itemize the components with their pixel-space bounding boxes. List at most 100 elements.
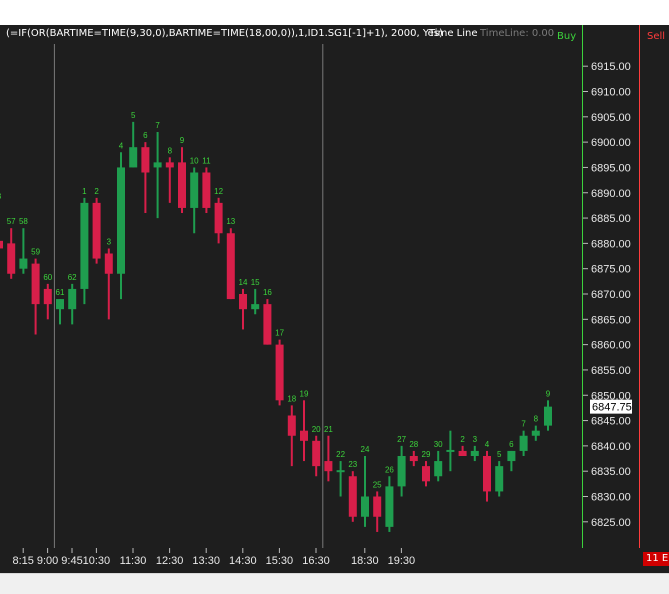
corner-badge: 11 E (643, 552, 669, 566)
candle[interactable]: 20 (312, 425, 321, 477)
bar-count-label: 18 (287, 394, 296, 403)
candle[interactable]: 62 (68, 273, 77, 325)
price-chart[interactable]: 3575859606162123456789101112131415161718… (0, 25, 554, 548)
candle-body (251, 304, 260, 310)
candle[interactable]: 7 (153, 121, 162, 219)
candle-body (165, 162, 174, 168)
candle-body (446, 449, 455, 452)
candle[interactable]: 18 (287, 394, 297, 467)
candle[interactable]: 23 (348, 460, 358, 522)
candle-body (312, 440, 321, 467)
candle[interactable]: 2 (92, 187, 101, 264)
candlestick-plot[interactable]: 3575859606162123456789101112131415161718… (0, 25, 554, 548)
bar-count-label: 60 (43, 273, 52, 282)
candle[interactable]: 27 (397, 435, 407, 497)
candle-body (287, 415, 296, 436)
price-tick-label: 6870.00 (591, 289, 631, 301)
price-tick-label: 6865.00 (591, 314, 631, 326)
time-tick-label: 8:15 (12, 555, 33, 567)
candle[interactable]: 29 (422, 450, 431, 487)
bar-count-label: 3 (0, 192, 2, 201)
candle-body (409, 456, 418, 462)
candle-body (361, 496, 369, 517)
candle[interactable]: 61 (56, 288, 65, 325)
candle[interactable]: 14 (239, 278, 248, 330)
candle[interactable]: 17 (275, 329, 285, 406)
price-axis[interactable]: 6915.00 6910.00 6905.00 6900.00 6895.00 6890.… (554, 25, 669, 548)
candle[interactable]: 6 (141, 131, 150, 213)
candle[interactable]: 59 (31, 248, 41, 335)
candle[interactable]: 21 (324, 425, 333, 482)
candle[interactable]: 5 (129, 111, 138, 168)
bar-count-label: 5 (131, 111, 136, 120)
time-tick-label: 9:00 (37, 555, 58, 567)
candle-body (544, 406, 552, 426)
candle[interactable]: 19 (300, 389, 309, 462)
horizontal-scrollbar[interactable] (0, 573, 669, 594)
candle[interactable]: 60 (43, 273, 53, 320)
candle[interactable]: 58 (19, 217, 28, 274)
bar-count-label: 3 (107, 237, 112, 246)
time-tick-label: 16:30 (302, 555, 330, 567)
candle-body (19, 258, 28, 269)
candle[interactable]: 7 (519, 420, 528, 456)
candle-body (324, 461, 333, 472)
indicator-header: (=IF(OR(BARTIME=TIME(9,30,0),BARTIME=TIM… (0, 25, 554, 44)
candle[interactable] (446, 430, 455, 472)
time-tick-label: 13:30 (192, 555, 220, 567)
bar-count-label: 10 (190, 156, 199, 165)
bar-count-label: 20 (312, 425, 321, 434)
bar-count-label: 21 (324, 425, 333, 434)
buy-label[interactable]: Buy (557, 31, 576, 42)
candle[interactable]: 3 (104, 237, 113, 320)
candle-body (31, 263, 40, 305)
bar-count-label: 6 (509, 440, 514, 449)
price-tick-label: 6875.00 (591, 264, 631, 276)
candle[interactable]: 24 (361, 445, 370, 527)
candle[interactable]: 4 (117, 141, 125, 300)
candle[interactable]: 4 (483, 440, 491, 502)
bar-count-label: 8 (534, 415, 539, 424)
price-tick-label: 6840.00 (591, 441, 631, 453)
candle[interactable]: 9 (544, 389, 552, 431)
candle[interactable]: 12 (214, 187, 224, 244)
sell-label[interactable]: Sell (647, 31, 665, 42)
bar-count-label: 15 (251, 278, 260, 287)
candle-body (56, 299, 64, 310)
candle[interactable]: 5 (495, 450, 504, 497)
candle-body (470, 450, 479, 456)
candle[interactable]: 13 (226, 217, 236, 300)
candle[interactable]: 57 (7, 217, 16, 279)
price-tick-label: 6845.00 (591, 416, 631, 428)
candle-body (507, 450, 516, 462)
candle[interactable]: 1 (80, 187, 89, 305)
bar-count-label: 61 (56, 288, 65, 297)
candle-body (434, 461, 443, 477)
candle[interactable]: 26 (385, 465, 394, 532)
price-tick-label: 6885.00 (591, 213, 631, 225)
candle[interactable]: 9 (178, 136, 186, 213)
candle[interactable]: 10 (190, 156, 199, 234)
candle-body (178, 162, 186, 208)
candle[interactable]: 22 (336, 450, 346, 497)
bar-count-label: 57 (7, 217, 16, 226)
time-axis-ticks: 8:15 9:00 9:45 10:30 11:30 12:30 13:30 14:30 15:… (12, 548, 415, 567)
price-tick-label: 6910.00 (591, 87, 631, 99)
candle[interactable]: 8 (531, 415, 540, 441)
candle[interactable]: 3 (0, 192, 3, 269)
candle[interactable]: 11 (202, 156, 211, 213)
candle[interactable]: 25 (373, 480, 382, 532)
candle-body (92, 202, 101, 259)
candle[interactable]: 16 (263, 288, 272, 345)
candle-body (336, 470, 345, 473)
candle[interactable]: 6 (507, 440, 516, 472)
candle[interactable]: 8 (165, 146, 174, 203)
candle[interactable]: 3 (470, 435, 479, 462)
bar-count-label: 8 (168, 146, 173, 155)
time-axis[interactable]: 8:15 9:00 9:45 10:30 11:30 12:30 13:30 14:30 15:… (0, 548, 554, 573)
candle[interactable]: 15 (251, 278, 260, 315)
candle[interactable]: 30 (434, 440, 443, 482)
last-price-label: 6847.75 (592, 402, 632, 414)
candle[interactable]: 2 (458, 435, 467, 456)
candle[interactable]: 28 (409, 440, 419, 467)
